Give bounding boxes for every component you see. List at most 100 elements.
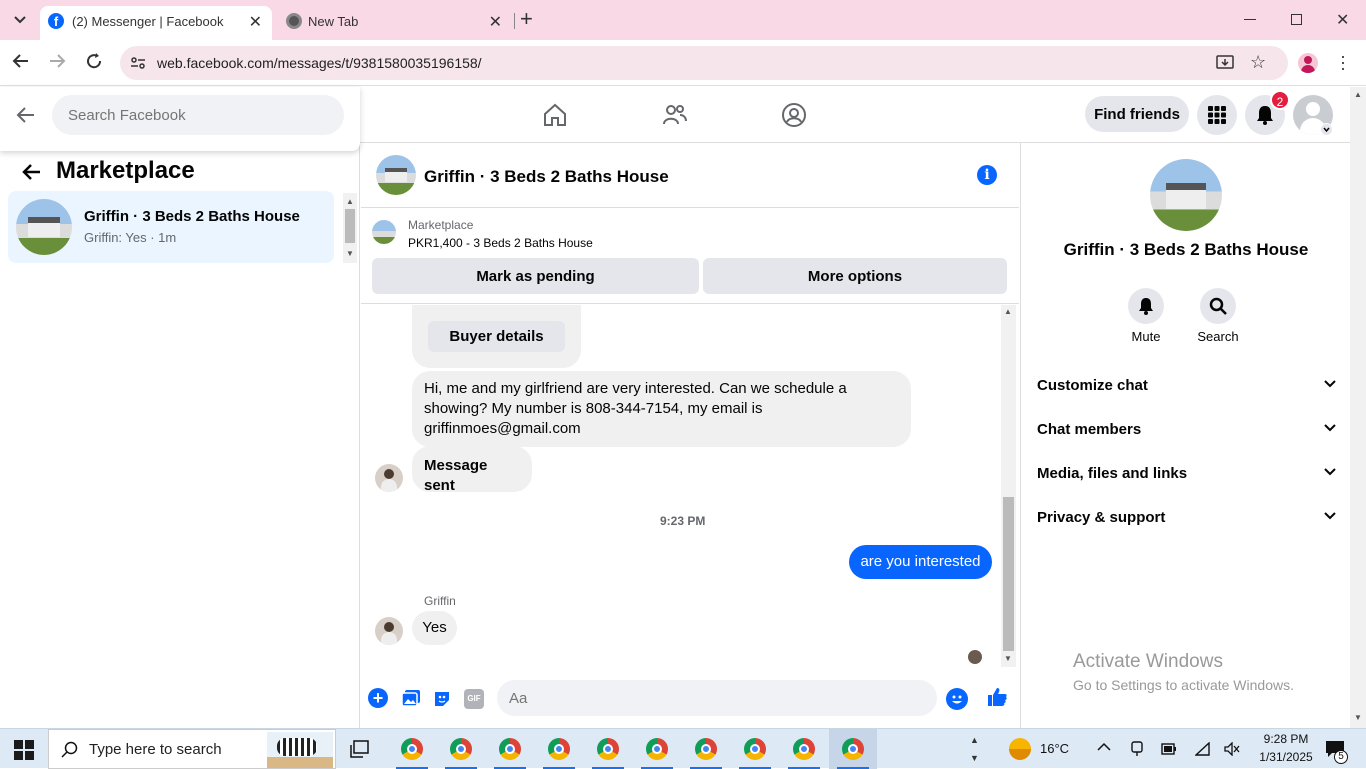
- chat-avatar[interactable]: [376, 155, 416, 195]
- close-window-icon[interactable]: ✕: [1336, 10, 1349, 30]
- back-arrow-icon[interactable]: [16, 106, 36, 124]
- taskbar-chrome-app[interactable]: [535, 729, 583, 769]
- taskbar-chrome-app[interactable]: [486, 729, 534, 769]
- tab-new-tab[interactable]: New Tab ✕: [276, 6, 512, 40]
- section-label: Media, files and links: [1037, 465, 1188, 482]
- message-scrollbar[interactable]: ▲ ▼: [1001, 305, 1016, 667]
- tab-title: (2) Messenger | Facebook: [72, 14, 224, 29]
- taskbar-chrome-app[interactable]: [388, 729, 436, 769]
- bookmark-star-icon[interactable]: ☆: [1250, 52, 1266, 73]
- listing-title[interactable]: PKR1,400 - 3 Beds 2 Baths House: [408, 236, 593, 250]
- info-icon[interactable]: i: [977, 165, 997, 185]
- buyer-details-button[interactable]: Buyer details: [428, 321, 565, 352]
- chat-members-row[interactable]: Chat members: [1037, 421, 1337, 438]
- taskbar-chrome-app[interactable]: [780, 729, 828, 769]
- listing-thumbnail: [372, 220, 396, 244]
- search-icon: [61, 741, 78, 758]
- search-input[interactable]: [52, 95, 344, 135]
- sender-avatar[interactable]: [375, 617, 403, 645]
- taskbar-chrome-app-active[interactable]: [829, 729, 877, 769]
- taskbar-chrome-app[interactable]: [682, 729, 730, 769]
- close-icon[interactable]: ✕: [249, 12, 262, 32]
- taskbar-chrome-app[interactable]: [437, 729, 485, 769]
- taskbar-chrome-app[interactable]: [633, 729, 681, 769]
- conversation-list-panel: Marketplace Griffin · 3 Beds 2 Baths Hou…: [0, 143, 360, 728]
- tab-messenger[interactable]: f (2) Messenger | Facebook ✕: [40, 6, 272, 40]
- chrome-icon: [548, 738, 570, 760]
- conversation-preview: Griffin: Yes · 1m: [84, 230, 177, 245]
- account-chevron-icon[interactable]: [1320, 123, 1333, 136]
- taskbar-scroll-arrows[interactable]: ▲ ▼: [970, 731, 979, 767]
- chevron-down-icon: [14, 16, 26, 24]
- search-button[interactable]: [1200, 288, 1236, 324]
- battery-icon[interactable]: [1161, 743, 1177, 755]
- profile-picture[interactable]: [1150, 159, 1222, 231]
- mark-as-pending-button[interactable]: Mark as pending: [372, 258, 699, 294]
- search-highlight-zebra-image: [267, 732, 333, 768]
- home-icon[interactable]: [542, 102, 568, 128]
- taskbar-chrome-app[interactable]: [731, 729, 779, 769]
- friends-icon[interactable]: [662, 103, 688, 127]
- add-plus-icon[interactable]: +: [368, 688, 388, 708]
- task-view-icon[interactable]: [350, 740, 370, 758]
- volume-muted-icon[interactable]: [1224, 742, 1240, 756]
- bell-icon: [1139, 298, 1153, 315]
- back-icon[interactable]: [12, 52, 30, 70]
- emoji-icon[interactable]: [946, 688, 968, 710]
- browser-menu-icon[interactable]: · · ·: [1340, 47, 1346, 77]
- conversation-item[interactable]: Griffin · 3 Beds 2 Baths House Griffin: …: [8, 191, 334, 263]
- forward-icon[interactable]: [48, 52, 66, 70]
- weather-icon[interactable]: [1009, 738, 1031, 760]
- chevron-down-icon: [1324, 424, 1336, 432]
- find-friends-button[interactable]: Find friends: [1085, 96, 1189, 132]
- more-options-button[interactable]: More options: [703, 258, 1007, 294]
- message-bubble: Yes: [412, 611, 457, 645]
- sender-avatar[interactable]: [375, 464, 403, 492]
- chevron-down-icon: [1324, 512, 1336, 520]
- meet-now-icon[interactable]: [1130, 741, 1144, 757]
- reload-icon[interactable]: [85, 52, 103, 70]
- activate-windows-subtitle: Go to Settings to activate Windows.: [1073, 677, 1294, 693]
- message-input[interactable]: [497, 680, 937, 716]
- media-files-links-row[interactable]: Media, files and links: [1037, 465, 1337, 482]
- clock-date[interactable]: 1/31/2025: [1250, 750, 1322, 764]
- menu-grid-button[interactable]: [1197, 95, 1237, 135]
- wifi-icon[interactable]: [1195, 742, 1211, 756]
- chat-title[interactable]: Griffin · 3 Beds 2 Baths House: [424, 167, 669, 187]
- activate-windows-title: Activate Windows: [1073, 651, 1223, 672]
- sticker-icon[interactable]: [432, 689, 452, 709]
- clock-time[interactable]: 9:28 PM: [1256, 732, 1316, 746]
- profile-avatar-icon[interactable]: [1298, 53, 1318, 73]
- page-title: Marketplace: [56, 157, 195, 184]
- taskbar-search-box[interactable]: Type here to search: [48, 729, 336, 769]
- tab-search-button[interactable]: [6, 8, 34, 32]
- minimize-icon[interactable]: [1244, 19, 1256, 20]
- omnibox[interactable]: web.facebook.com/messages/t/938158003519…: [120, 46, 1288, 80]
- back-arrow-icon[interactable]: [22, 163, 42, 181]
- notification-count-badge: 5: [1334, 750, 1348, 764]
- restore-icon[interactable]: [1291, 14, 1302, 25]
- mute-button[interactable]: [1128, 288, 1164, 324]
- section-label: Customize chat: [1037, 377, 1148, 394]
- close-icon[interactable]: ✕: [489, 12, 502, 32]
- gif-icon[interactable]: GIF: [464, 689, 484, 709]
- start-windows-icon[interactable]: [14, 740, 34, 760]
- taskbar-chrome-app[interactable]: [584, 729, 632, 769]
- install-app-icon[interactable]: [1216, 55, 1234, 71]
- chrome-icon: [401, 738, 423, 760]
- customize-chat-row[interactable]: Customize chat: [1037, 377, 1337, 394]
- mute-label: Mute: [1131, 329, 1161, 344]
- notification-badge: 2: [1270, 90, 1290, 110]
- chevron-up-icon[interactable]: [1097, 742, 1111, 752]
- photo-icon[interactable]: [401, 689, 421, 707]
- new-tab-plus-icon[interactable]: +: [520, 6, 533, 32]
- weather-temp[interactable]: 16°C: [1040, 741, 1069, 756]
- privacy-support-row[interactable]: Privacy & support: [1037, 509, 1337, 526]
- groups-icon[interactable]: [781, 102, 807, 128]
- site-info-icon[interactable]: [130, 55, 146, 71]
- page-scrollbar[interactable]: ▲ ▼: [1350, 87, 1366, 728]
- chrome-icon: [744, 738, 766, 760]
- thumbs-up-icon[interactable]: [986, 686, 1008, 708]
- scrollbar[interactable]: ▲ ▼: [343, 193, 357, 263]
- url-text[interactable]: web.facebook.com/messages/t/938158003519…: [157, 55, 482, 71]
